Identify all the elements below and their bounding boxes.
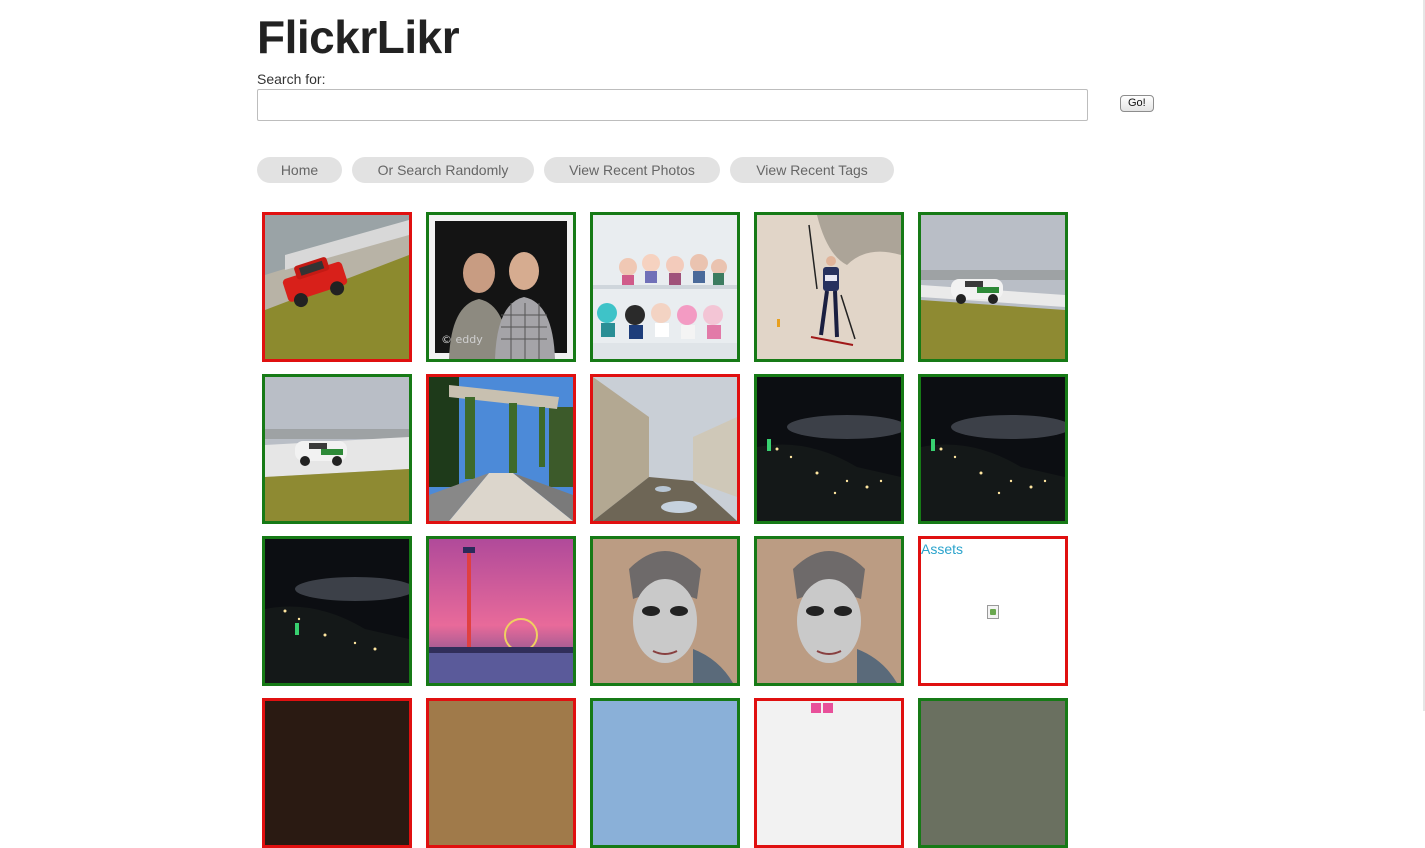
photo-tile[interactable] — [426, 698, 576, 848]
photo-caption-link[interactable]: Assets — [921, 541, 963, 557]
photo-icon — [429, 539, 573, 683]
photo-icon — [921, 701, 1065, 845]
nav-recent-photos-button[interactable]: View Recent Photos — [544, 157, 720, 183]
photo-icon: © eddy — [429, 215, 573, 359]
photo-icon — [921, 377, 1065, 521]
photo-icon — [593, 539, 737, 683]
photo-icon — [593, 701, 737, 845]
search-input[interactable] — [257, 89, 1088, 121]
photo-tile[interactable] — [918, 698, 1068, 848]
photo-icon — [757, 215, 901, 359]
photo-icon — [265, 377, 409, 521]
photo-icon — [265, 215, 409, 359]
photo-icon — [265, 539, 409, 683]
go-button[interactable]: Go! — [1120, 95, 1154, 112]
photo-icon — [429, 377, 573, 521]
photo-tile[interactable] — [590, 536, 740, 686]
photo-tile[interactable] — [590, 374, 740, 524]
photo-tile[interactable] — [754, 212, 904, 362]
photo-tile[interactable] — [754, 698, 904, 848]
broken-image-icon — [987, 605, 999, 619]
photo-icon — [757, 539, 901, 683]
photo-tile[interactable] — [754, 374, 904, 524]
nav-home-button[interactable]: Home — [257, 157, 342, 183]
photo-tile[interactable] — [426, 374, 576, 524]
photo-tile[interactable]: Assets — [918, 536, 1068, 686]
photo-icon — [593, 215, 737, 359]
photo-tile[interactable] — [262, 536, 412, 686]
page-title: FlickrLikr — [257, 11, 460, 63]
photo-tile[interactable] — [918, 212, 1068, 362]
nav-recent-tags-button[interactable]: View Recent Tags — [730, 157, 894, 183]
photo-tile[interactable] — [262, 698, 412, 848]
nav-search-randomly-button[interactable]: Or Search Randomly — [352, 157, 534, 183]
photo-tile[interactable] — [590, 698, 740, 848]
photo-tile[interactable] — [918, 374, 1068, 524]
photo-icon — [265, 701, 409, 845]
photo-tile[interactable] — [590, 212, 740, 362]
photo-icon — [921, 215, 1065, 359]
photo-icon — [757, 377, 901, 521]
photo-icon — [593, 377, 737, 521]
search-label: Search for: — [257, 71, 326, 87]
photo-tile[interactable] — [262, 374, 412, 524]
photo-tile[interactable]: © eddy — [426, 212, 576, 362]
photo-tile[interactable] — [262, 212, 412, 362]
photo-tile[interactable] — [754, 536, 904, 686]
photo-tile[interactable] — [426, 536, 576, 686]
photo-icon — [757, 701, 901, 845]
svg-text:© eddy: © eddy — [441, 333, 483, 346]
photo-icon — [429, 701, 573, 845]
